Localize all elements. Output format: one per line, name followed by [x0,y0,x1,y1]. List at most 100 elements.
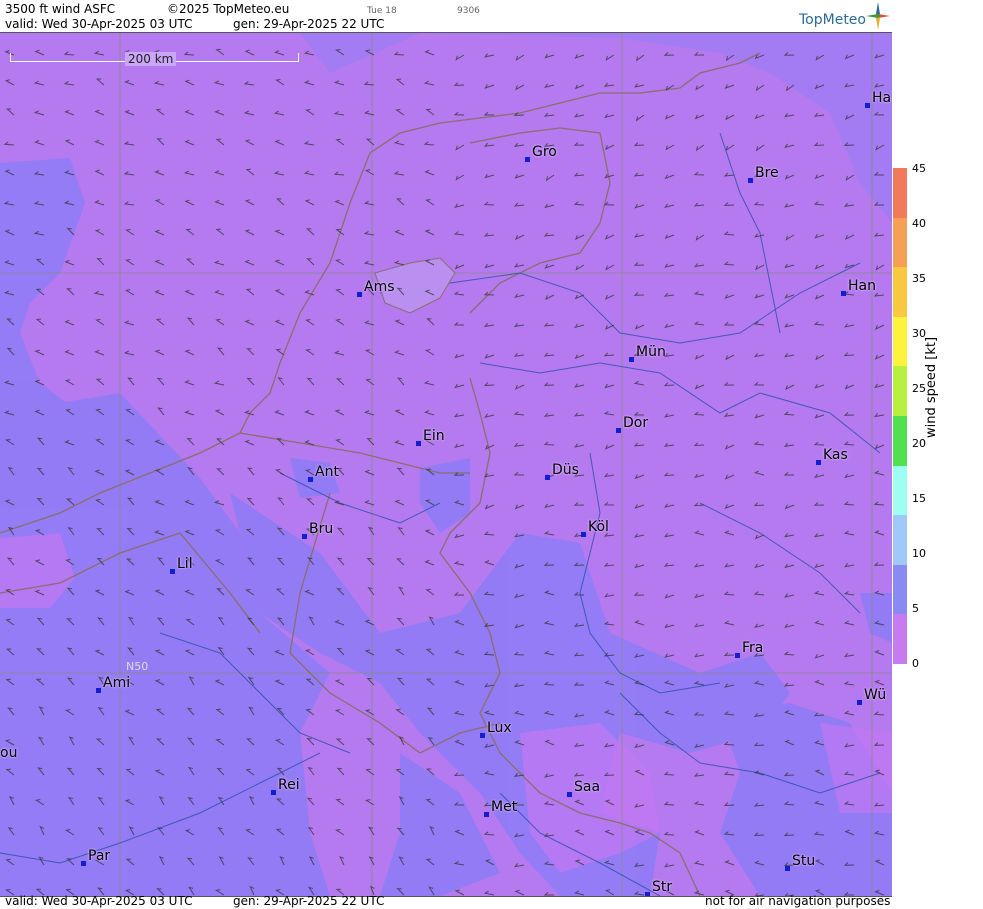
wind-barb [814,563,825,569]
city-label-kol[interactable]: Köl [581,519,609,537]
wind-barb [693,263,705,268]
wind-barb [334,679,345,686]
wind-barb [604,173,615,179]
city-label-ant[interactable]: Ant [308,464,339,482]
wind-barb [513,352,525,357]
city-label-kas[interactable]: Kas [816,447,848,465]
wind-barb [604,383,615,389]
wind-barb [215,138,225,146]
wind-barb [513,202,525,207]
city-label-met[interactable]: Met [484,799,517,817]
wind-barb [155,318,165,326]
city-label-par[interactable]: Par [81,848,110,866]
wind-barb [185,228,195,236]
wind-barb [514,504,525,510]
wind-barb [634,533,645,538]
wind-barb [724,294,735,300]
wind-map[interactable]: 200 km N50 Ha Gro Bre Ams Han Mün Dor Ei… [0,32,892,897]
wind-barb [214,199,225,206]
city-label-lux[interactable]: Lux [480,720,512,738]
wind-barb [425,108,435,116]
footer-generated-time: gen: 29-Apr-2025 22 UTC [233,894,385,908]
wind-barb [634,474,645,480]
city-label-han[interactable]: Han [841,278,876,296]
wind-barb [694,623,705,628]
city-label-wur[interactable]: Wü [857,687,886,705]
city-label-saa[interactable]: Saa [567,779,600,797]
wind-barb [693,772,705,777]
city-label-ami[interactable]: Ami [96,675,130,693]
city-label-ein[interactable]: Ein [416,428,445,446]
wind-barb [873,412,885,418]
city-label-stu[interactable]: Stu [785,853,815,871]
wind-barb [844,384,855,390]
wind-barb [753,591,765,596]
city-marker [857,700,862,705]
wind-barb [605,54,615,61]
wind-barb [513,411,525,416]
city-label-str[interactable]: Str [645,879,672,896]
wind-barb [724,859,735,866]
city-label-rou[interactable]: ou [0,745,17,761]
city-label-lil[interactable]: Lil [170,556,193,574]
city-label-ams[interactable]: Ams [357,279,395,297]
wind-barb [336,767,345,776]
wind-barb [664,653,675,658]
city-label-dor[interactable]: Dor [616,415,648,433]
wind-barb [725,354,735,361]
wind-barb [633,442,645,447]
legend-swatch [893,168,907,219]
city-label-dus[interactable]: Düs [545,462,579,480]
wind-barb [426,318,435,326]
wind-barb [303,80,315,86]
wind-barb [783,113,795,118]
city-label-gro[interactable]: Gro [525,144,557,162]
wind-barb [755,144,765,152]
wind-barb [277,497,285,506]
wind-barb [364,799,375,806]
city-label-mun[interactable]: Mün [629,344,666,362]
legend-swatch [893,465,907,516]
wind-barb [754,114,765,120]
wind-barb [605,144,615,151]
wind-barb [664,503,675,508]
wind-barb [603,472,615,478]
wind-barb [784,593,795,598]
city-marker [271,790,276,795]
city-label-rei[interactable]: Rei [271,777,300,795]
wind-barb [245,168,255,176]
legend-swatch [893,614,907,665]
wind-barb [783,442,795,447]
wind-barb [453,82,465,86]
wind-barb [634,203,645,209]
wind-barb [484,504,495,510]
wind-barb [394,499,405,506]
topmeteo-logo[interactable]: TopMeteo [799,12,866,28]
wind-barb [633,592,645,596]
wind-barb [664,203,675,209]
wind-barb [453,413,465,418]
wind-barb [66,288,75,296]
copyright: ©2025 TopMeteo.eu [167,2,290,16]
wind-barb [753,381,765,386]
wind-barb [843,352,855,357]
wind-barb [364,410,375,416]
wind-barb [5,108,15,116]
wind-barb [843,441,855,446]
wind-barb [633,172,645,177]
city-label-fra[interactable]: Fra [735,640,763,658]
wind-barb [35,318,45,326]
wind-barb [574,443,585,448]
city-label-bre[interactable]: Bre [748,165,779,183]
wind-barb [634,743,645,749]
wind-barb [694,653,705,658]
wind-barb [693,291,705,296]
wind-barb [514,293,525,299]
wind-barb [483,322,495,328]
city-label-ham[interactable]: Ha [865,90,891,108]
wind-barb [543,891,554,896]
city-label-bru[interactable]: Bru [302,521,333,539]
wind-barb [514,174,525,179]
wind-barb [305,349,315,356]
wind-barb [694,384,705,390]
